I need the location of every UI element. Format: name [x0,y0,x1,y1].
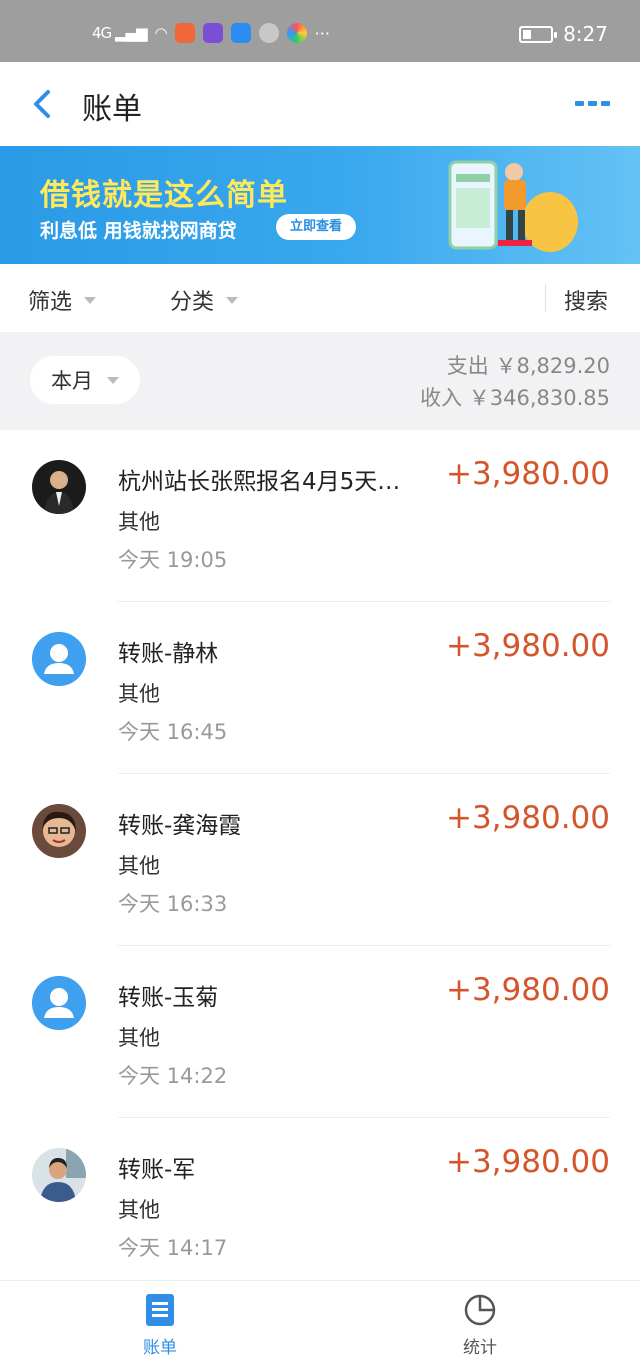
transaction-title: 转账-静林 [118,641,219,667]
transaction-category: 其他 [118,1198,160,1222]
caret-down-icon [107,376,119,384]
tab-stats[interactable]: 统计 [420,1293,540,1358]
cast-app-icon [174,23,195,43]
color-app-icon [286,23,307,43]
tab-bill[interactable]: 账单 [100,1293,220,1358]
pie-chart-icon [464,1294,496,1326]
filter-label: 筛选 [28,290,73,315]
page-title: 账单 [82,92,142,127]
category-dropdown[interactable]: 分类 [170,284,239,316]
transaction-category: 其他 [118,510,160,534]
default-avatar-icon [32,976,86,1030]
transaction-list: 杭州站长张熙报名4月5天… +3,980.00 其他 今天 19:05 转账-静… [0,430,640,1290]
chevron-left-icon[interactable] [28,84,58,124]
banner-illustration [448,160,578,252]
transaction-amount: +3,980.00 [445,972,610,1008]
settings-app-icon [258,23,279,43]
transaction-row[interactable]: 转账-军 +3,980.00 其他 今天 14:17 [0,1118,640,1290]
status-time: 8:27 [563,22,608,46]
bottom-tab-bar: 账单 统计 [0,1280,640,1368]
transaction-title: 杭州站长张熙报名4月5天… [118,469,401,495]
month-label: 本月 [51,369,93,393]
default-avatar-icon [32,632,86,686]
transaction-row[interactable]: 转账-玉菊 +3,980.00 其他 今天 14:22 [0,946,640,1118]
transaction-category: 其他 [118,682,160,706]
transaction-time: 今天 16:33 [118,892,228,916]
transaction-category: 其他 [118,1026,160,1050]
transaction-row[interactable]: 转账-龚海霞 +3,980.00 其他 今天 16:33 [0,774,640,946]
promo-banner[interactable]: 借钱就是这么简单 利息低 用钱就找网商贷 立即查看 [0,146,640,264]
battery-icon [519,25,558,43]
transaction-row[interactable]: 杭州站长张熙报名4月5天… +3,980.00 其他 今天 19:05 [0,430,640,602]
expense-total: 支出 ￥8,829.20 [446,354,610,378]
status-left: 4G ▂▄▆ ◠ ··· [92,22,330,44]
caret-down-icon [84,296,97,304]
wifi-icon: ◠ [154,24,168,42]
banner-view-button[interactable]: 立即查看 [276,214,357,240]
purple-app-icon [202,23,223,43]
banner-title: 借钱就是这么简单 [40,178,288,213]
transaction-row[interactable]: 转账-静林 +3,980.00 其他 今天 16:45 [0,602,640,774]
avatar [32,804,86,858]
filter-divider [545,284,546,312]
category-label: 分类 [170,290,215,315]
tab-bill-label: 账单 [143,1338,177,1358]
transaction-amount: +3,980.00 [445,628,610,664]
filter-bar: 筛选 分类 搜索 [0,264,640,332]
more-dots-icon[interactable] [574,98,612,108]
transaction-amount: +3,980.00 [445,456,610,492]
transaction-category: 其他 [118,854,160,878]
month-selector[interactable]: 本月 [30,356,140,404]
status-right: 8:27 [519,22,608,46]
avatar [32,1148,86,1202]
nav-bar: 账单 [0,62,640,146]
transaction-time: 今天 14:17 [118,1236,228,1260]
transaction-amount: +3,980.00 [445,800,610,836]
bill-list-icon [146,1294,174,1326]
blue-app-icon [230,23,251,43]
month-summary: 本月 支出 ￥8,829.20 收入 ￥346,830.85 [0,332,640,430]
status-bar: 4G ▂▄▆ ◠ ··· 8:27 [0,0,640,62]
transaction-time: 今天 14:22 [118,1064,228,1088]
banner-subtitle: 利息低 用钱就找网商贷 [40,220,237,242]
transaction-time: 今天 16:45 [118,720,228,744]
transaction-title: 转账-玉菊 [118,985,219,1011]
transaction-title: 转账-军 [118,1157,196,1183]
transaction-amount: +3,980.00 [445,1144,610,1180]
transaction-title: 转账-龚海霞 [118,813,242,839]
avatar [32,460,86,514]
search-button[interactable]: 搜索 [564,284,608,316]
income-total: 收入 ￥346,830.85 [420,386,610,410]
battery-level [523,29,531,39]
network-signal-icon: 4G ▂▄▆ [92,24,148,42]
filter-dropdown[interactable]: 筛选 [28,284,97,316]
transaction-time: 今天 19:05 [118,548,228,572]
caret-down-icon [226,296,239,304]
tab-stats-label: 统计 [463,1338,497,1358]
more-notifications-icon: ··· [314,23,330,43]
